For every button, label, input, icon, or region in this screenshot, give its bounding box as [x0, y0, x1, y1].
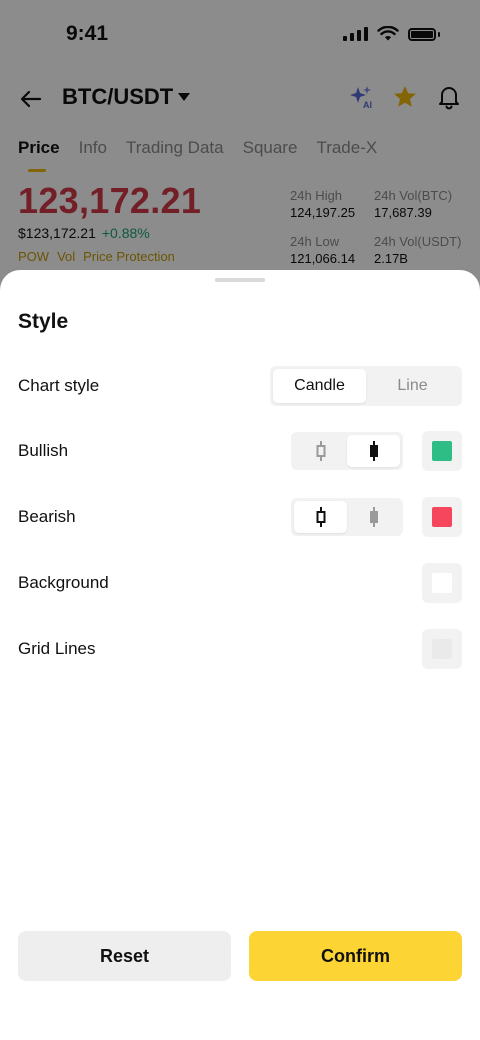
bullish-label: Bullish	[18, 441, 69, 460]
bearish-label: Bearish	[18, 507, 76, 526]
chart-style-toggle: Candle Line	[270, 366, 462, 406]
chart-style-candle[interactable]: Candle	[273, 369, 366, 403]
candle-hollow-icon	[316, 441, 325, 461]
grid-lines-color-picker[interactable]	[422, 629, 462, 669]
bullish-row: Bullish	[0, 430, 480, 474]
drag-handle[interactable]	[215, 278, 265, 282]
bearish-color-swatch	[432, 507, 452, 527]
sheet-title: Style	[18, 310, 69, 333]
bullish-color-picker[interactable]	[422, 431, 462, 471]
bearish-candle-toggle	[291, 498, 403, 536]
chart-style-row: Chart style Candle Line	[0, 366, 480, 410]
bullish-candle-toggle	[291, 432, 403, 470]
bearish-color-picker[interactable]	[422, 497, 462, 537]
grid-lines-label: Grid Lines	[18, 639, 96, 658]
candle-hollow-icon	[316, 507, 325, 527]
bullish-filled-option[interactable]	[347, 435, 400, 467]
background-label: Background	[18, 573, 109, 592]
candle-filled-icon	[369, 441, 378, 461]
bearish-hollow-option[interactable]	[294, 501, 347, 533]
bearish-filled-option[interactable]	[347, 501, 400, 533]
chart-style-label: Chart style	[18, 376, 100, 395]
candle-filled-icon	[369, 507, 378, 527]
background-color-picker[interactable]	[422, 563, 462, 603]
reset-button[interactable]: Reset	[18, 931, 231, 981]
chart-style-line[interactable]: Line	[366, 369, 459, 403]
grid-lines-row: Grid Lines	[0, 628, 480, 672]
style-sheet: Style Chart style Candle Line Bullish Be…	[0, 270, 480, 1040]
background-color-swatch	[432, 573, 452, 593]
bullish-hollow-option[interactable]	[294, 435, 347, 467]
bearish-row: Bearish	[0, 496, 480, 540]
bullish-color-swatch	[432, 441, 452, 461]
confirm-button[interactable]: Confirm	[249, 931, 462, 981]
action-buttons: Reset Confirm	[18, 931, 462, 981]
background-row: Background	[0, 562, 480, 606]
grid-lines-color-swatch	[432, 639, 452, 659]
